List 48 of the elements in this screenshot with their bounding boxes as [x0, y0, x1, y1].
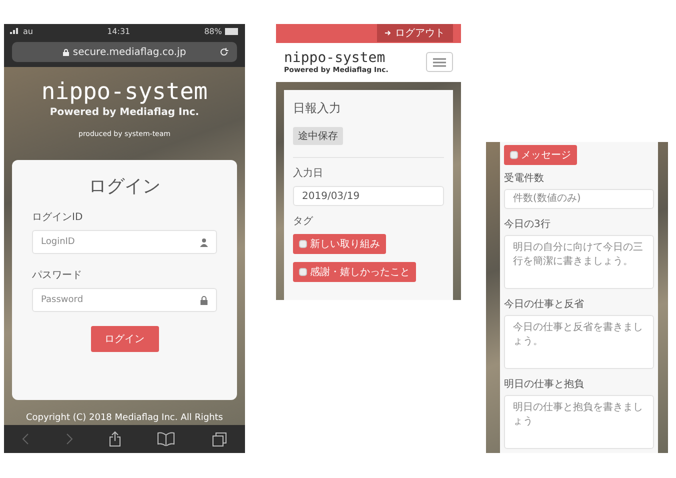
- field-label: タグ: [293, 215, 314, 228]
- hero-title: nippo-system: [41, 79, 208, 105]
- input-field[interactable]: Password: [32, 288, 217, 312]
- user-icon: [200, 238, 208, 246]
- date-field[interactable]: 2019/03/19: [293, 186, 444, 206]
- tag-button[interactable]: 感謝・嬉しかったこと: [293, 262, 416, 282]
- field-label: 受電件数: [504, 172, 545, 185]
- field-label: ログインID: [32, 211, 84, 224]
- address-bar[interactable]: secure.mediaflag.co.jp: [12, 42, 237, 62]
- tag-button[interactable]: 新しい取り組み: [293, 234, 386, 254]
- battery-icon: [224, 28, 239, 34]
- reload-icon[interactable]: [219, 47, 229, 57]
- input-field[interactable]: 件数(数値のみ): [504, 189, 654, 209]
- tag-icon: [299, 240, 307, 248]
- book-icon[interactable]: [157, 432, 176, 446]
- field-label: 入力日: [293, 166, 324, 180]
- login-title: ログイン: [88, 175, 162, 198]
- brand-title: nippo-system: [284, 50, 386, 66]
- tag-icon: [510, 151, 518, 159]
- time-text: 14:31: [107, 26, 130, 36]
- exit-icon: [385, 30, 392, 36]
- share-icon[interactable]: [108, 431, 121, 447]
- carrier-text: au: [10, 26, 33, 36]
- field-label: 今日の仕事と反省: [504, 298, 585, 311]
- tabs-icon[interactable]: [212, 432, 227, 446]
- lock-icon: [62, 48, 69, 56]
- back-icon[interactable]: [22, 433, 30, 445]
- field-label: 今日の3行: [504, 218, 552, 231]
- tag-icon: [299, 268, 307, 276]
- forward-icon[interactable]: [66, 433, 73, 445]
- field-label: 明日の仕事と抱負: [504, 378, 585, 391]
- text-area[interactable]: 明日の仕事と抱負を書きましょう: [504, 395, 654, 449]
- login-button[interactable]: ログイン: [90, 326, 158, 352]
- input-field[interactable]: LoginID: [32, 230, 217, 254]
- menu-icon: [433, 58, 446, 67]
- tag-button[interactable]: メッセージ: [504, 145, 577, 165]
- card-title: 日報入力: [293, 100, 342, 117]
- menu-button[interactable]: [426, 52, 453, 72]
- lock-icon: [200, 296, 208, 304]
- field-label: パスワード: [32, 269, 83, 282]
- hero-subtitle: Powered by Mediaflag Inc.: [50, 107, 200, 118]
- text-area[interactable]: 今日の仕事と反省を書きましょう。: [504, 315, 654, 369]
- save-draft-button[interactable]: 途中保存: [293, 127, 343, 145]
- text-area[interactable]: 明日の自分に向けて今日の三行を簡潔に書きましょう。: [504, 235, 654, 289]
- logout-button[interactable]: ログアウト: [377, 24, 453, 42]
- signal-icon: [10, 28, 20, 34]
- battery-text: 88%: [204, 26, 239, 36]
- copyright-text: Copyright (C) 2018 Mediaflag Inc. All Rights: [25, 413, 224, 425]
